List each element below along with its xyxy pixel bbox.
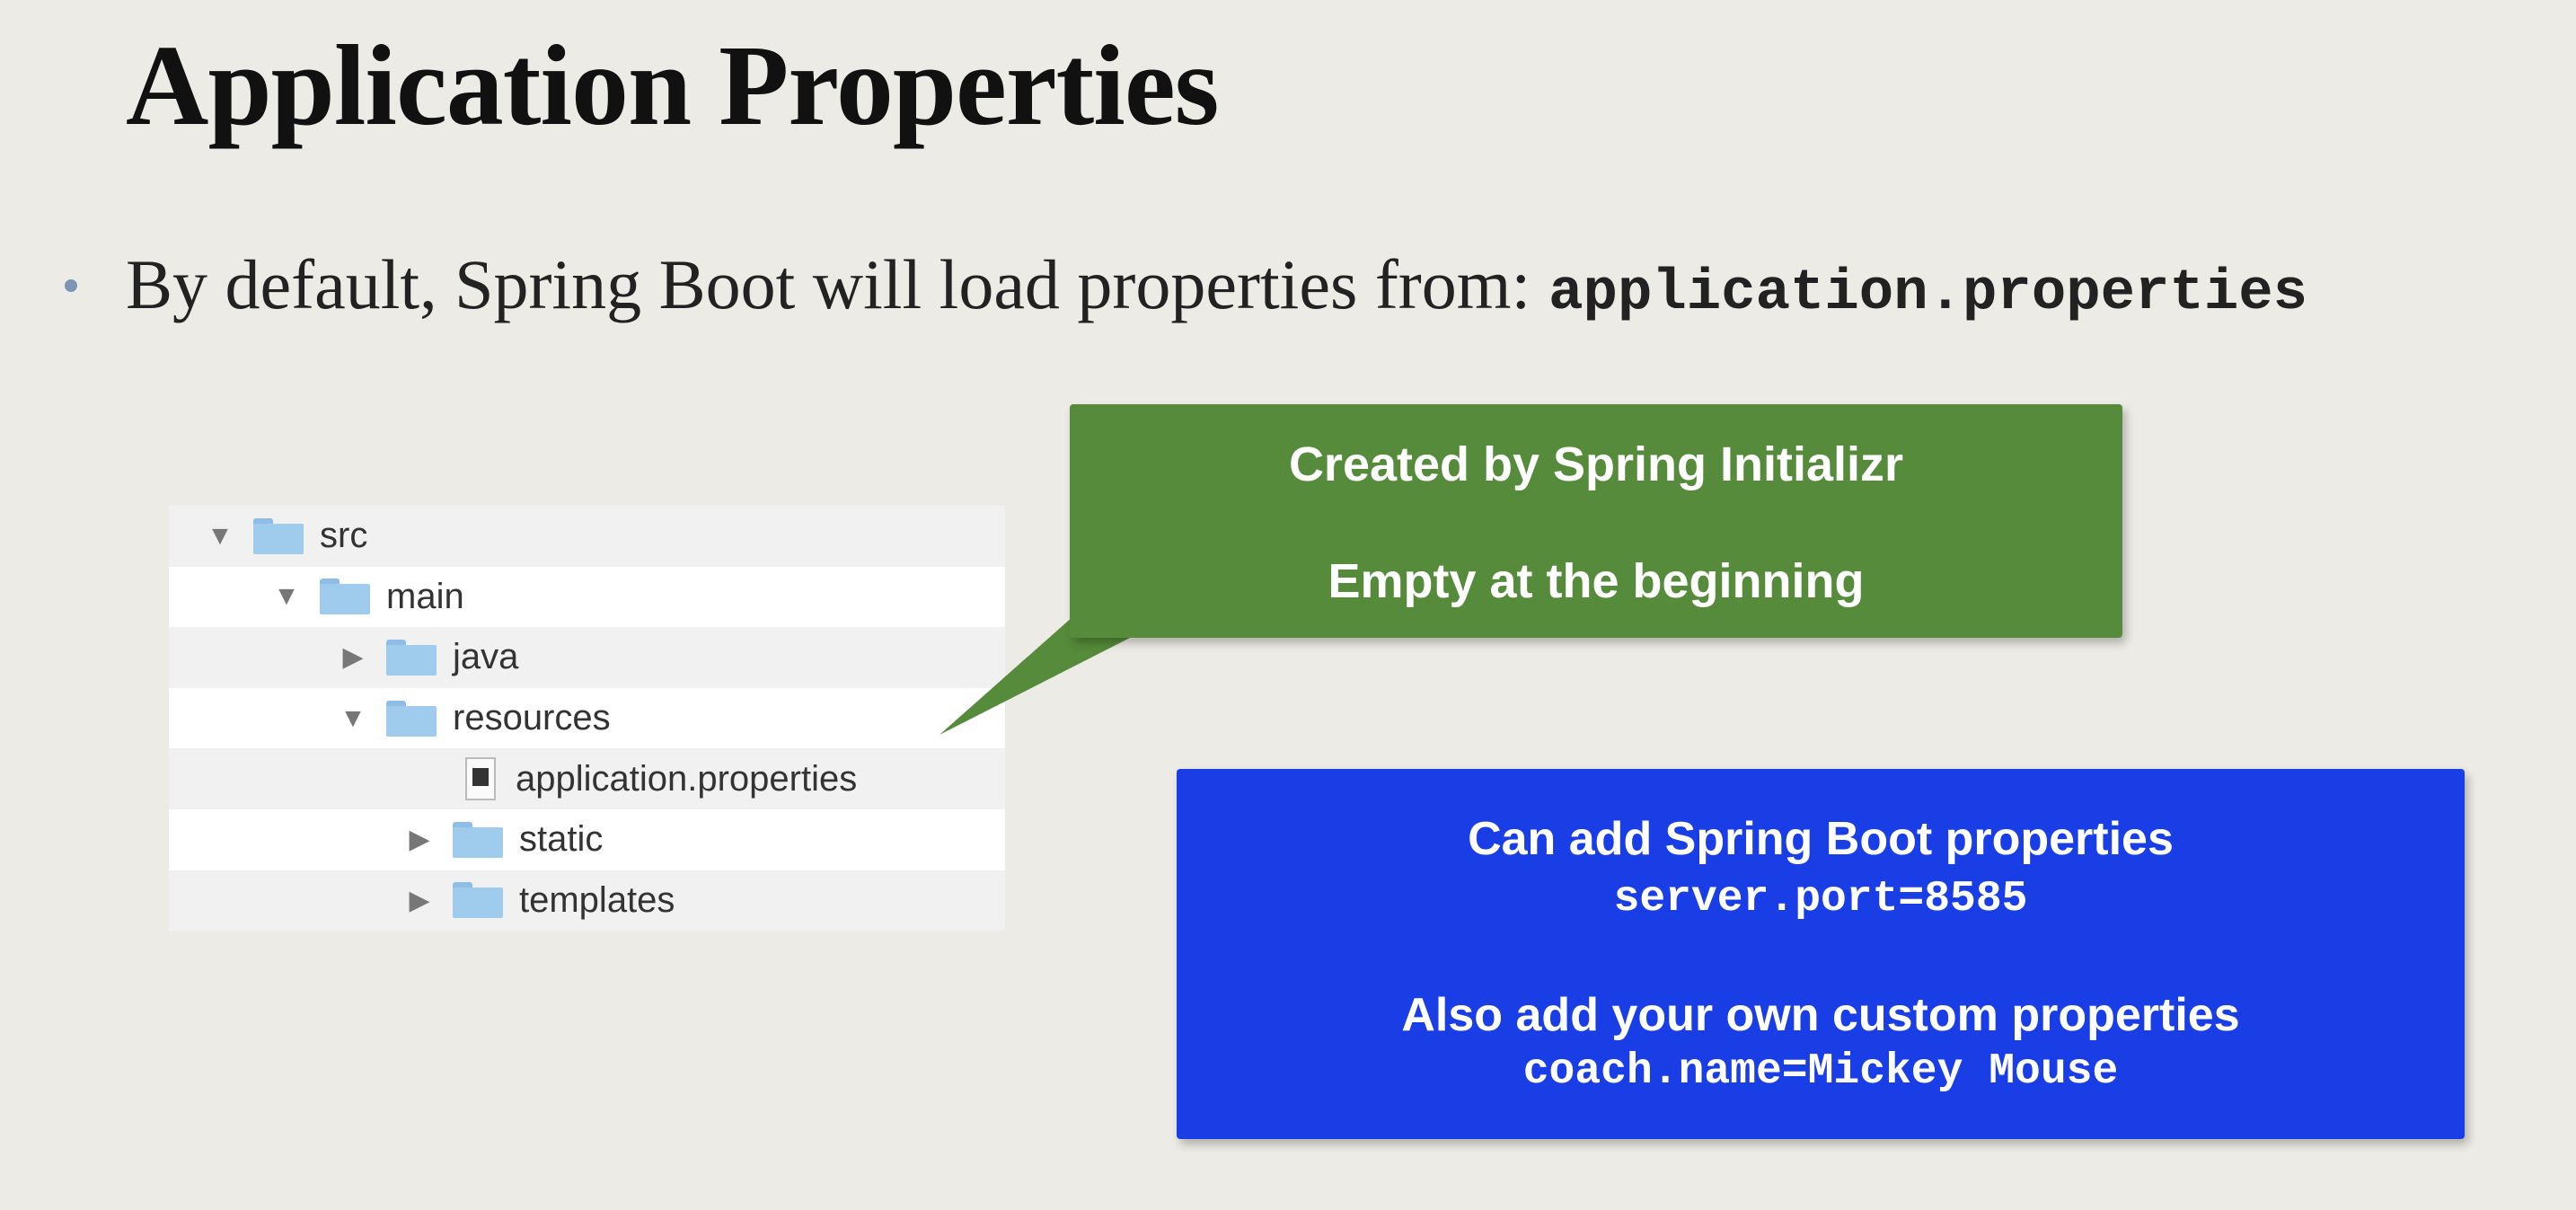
tree-item-label: java [453, 637, 519, 677]
tree-item-label: static [519, 819, 604, 860]
bullet-text: By default, Spring Boot will load proper… [126, 245, 1531, 323]
tree-item-label: main [386, 576, 464, 616]
folder-icon [320, 579, 370, 615]
tree-item-resources[interactable]: ▼ resources [169, 687, 1005, 749]
file-icon [465, 757, 496, 801]
tree-item-static[interactable]: ▶ static [169, 808, 1005, 870]
bullet-code: application.properties [1548, 261, 2308, 326]
folder-icon [386, 639, 437, 676]
tree-item-label: templates [519, 879, 675, 920]
tree-item-main[interactable]: ▼ main [169, 566, 1005, 628]
disclosure-expanded-icon[interactable]: ▼ [271, 581, 302, 612]
project-file-tree: ▼ src ▼ main ▶ java ▼ resources application.prop… [169, 506, 1005, 932]
folder-icon [453, 882, 503, 919]
folder-icon [453, 821, 503, 858]
disclosure-collapsed-icon[interactable]: ▶ [404, 885, 435, 916]
blue-code-1: server.port=8585 [1613, 875, 2028, 923]
callout-line-1: Created by Spring Initializr [1288, 437, 1904, 491]
blue-line-2: Also add your own custom properties [1401, 989, 2240, 1041]
blue-line-1: Can add Spring Boot properties [1468, 813, 2174, 865]
blue-info-box: Can add Spring Boot properties server.po… [1177, 769, 2465, 1139]
bullet-dot-icon [65, 279, 77, 292]
green-callout: Created by Spring Initializr Empty at th… [1070, 404, 2122, 638]
tree-item-label: resources [453, 698, 611, 738]
bullet-point: By default, Spring Boot will load proper… [65, 244, 2307, 326]
disclosure-expanded-icon[interactable]: ▼ [338, 703, 368, 734]
blue-code-2: coach.name=Mickey Mouse [1522, 1047, 2119, 1096]
folder-icon [253, 517, 304, 554]
folder-icon [386, 700, 437, 737]
slide-title: Application Properties [126, 22, 1219, 149]
disclosure-expanded-icon[interactable]: ▼ [205, 521, 235, 552]
tree-item-templates[interactable]: ▶ templates [169, 870, 1005, 932]
disclosure-collapsed-icon[interactable]: ▶ [338, 641, 368, 673]
callout-line-2: Empty at the beginning [1328, 554, 1865, 608]
disclosure-collapsed-icon[interactable]: ▶ [404, 824, 435, 855]
tree-item-src[interactable]: ▼ src [169, 506, 1005, 567]
tree-item-java[interactable]: ▶ java [169, 627, 1005, 688]
tree-item-label: application.properties [516, 758, 858, 799]
tree-item-label: src [320, 516, 368, 556]
tree-item-application-properties[interactable]: application.properties [169, 748, 1005, 809]
